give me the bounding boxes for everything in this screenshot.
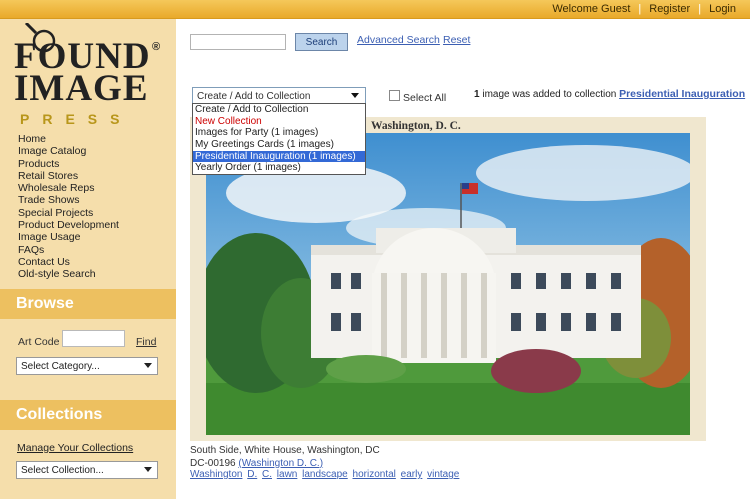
nav-item-image-catalog[interactable]: Image Catalog <box>18 145 119 157</box>
chevron-down-icon <box>144 363 152 368</box>
chevron-down-icon <box>144 467 152 472</box>
tag-link[interactable]: D. <box>247 469 257 480</box>
art-code-input[interactable] <box>62 330 125 347</box>
account-links: Welcome Guest | Register | Login <box>548 3 740 15</box>
nav-item-retail-stores[interactable]: Retail Stores <box>18 170 119 182</box>
find-link[interactable]: Find <box>136 336 156 348</box>
dropdown-option-highlighted[interactable]: Presidential Inauguration (1 images) <box>193 150 365 163</box>
tag-link[interactable]: landscape <box>302 469 348 480</box>
collection-dropdown-list: Create / Add to Collection New Collectio… <box>192 103 366 176</box>
register-link[interactable]: Register <box>645 3 694 15</box>
art-code-label: Art Code <box>18 336 60 348</box>
image-caption: South Side, White House, Washington, DC … <box>190 445 380 470</box>
collection-action-select[interactable]: Create / Add to Collection <box>192 87 366 104</box>
search-input[interactable] <box>190 34 286 50</box>
chevron-down-icon <box>351 93 359 98</box>
image-title: South Side, White House, Washington, DC <box>190 445 380 456</box>
nav-item-faqs[interactable]: FAQs <box>18 244 119 256</box>
collections-heading: Collections <box>0 400 176 430</box>
nav-item-image-usage[interactable]: Image Usage <box>18 231 119 243</box>
sidebar: FOUND ® IMAGE PRESS Home Image Catalog P… <box>0 19 176 499</box>
welcome-text: Welcome Guest <box>552 3 631 15</box>
tag-link[interactable]: early <box>401 469 423 480</box>
nav-item-products[interactable]: Products <box>18 158 119 170</box>
separator: | <box>698 3 702 15</box>
registered-mark: ® <box>152 41 161 53</box>
category-select[interactable]: Select Category... <box>16 357 158 375</box>
tag-link[interactable]: C. <box>262 469 272 480</box>
login-link[interactable]: Login <box>705 3 740 15</box>
nav-item-home[interactable]: Home <box>18 133 119 145</box>
dropdown-option[interactable]: My Greetings Cards (1 images) <box>193 139 365 151</box>
logo[interactable]: FOUND ® IMAGE PRESS <box>14 23 164 141</box>
tag-list: Washington D. C. lawn landscape horizont… <box>190 469 461 480</box>
card-title: Washington, D. C. <box>371 120 461 132</box>
collection-action-value: Create / Add to Collection <box>197 91 311 102</box>
nav-item-special-projects[interactable]: Special Projects <box>18 207 119 219</box>
tag-link[interactable]: vintage <box>427 469 459 480</box>
collection-notice: 1 image was added to collection Presiden… <box>474 88 745 100</box>
nav-item-product-development[interactable]: Product Development <box>18 219 119 231</box>
tag-link[interactable]: horizontal <box>353 469 396 480</box>
category-select-value: Select Category... <box>21 361 100 372</box>
collection-select[interactable]: Select Collection... <box>16 461 158 479</box>
reset-link[interactable]: Reset <box>443 34 470 46</box>
notice-text: image was added to collection <box>479 89 620 100</box>
location-link[interactable]: (Washington D. C.) <box>238 458 323 469</box>
nav-item-trade-shows[interactable]: Trade Shows <box>18 194 119 206</box>
dropdown-option[interactable]: Images for Party (1 images) <box>193 127 365 139</box>
white-house-illustration <box>206 133 690 435</box>
logo-press: PRESS <box>20 111 133 127</box>
select-all-label: Select All <box>403 92 447 104</box>
tag-link[interactable]: lawn <box>277 469 298 480</box>
dropdown-option-new[interactable]: New Collection <box>193 116 365 128</box>
dropdown-option[interactable]: Yearly Order (1 images) <box>193 162 365 174</box>
nav-item-contact-us[interactable]: Contact Us <box>18 256 119 268</box>
browse-heading: Browse <box>0 289 176 319</box>
collection-select-value: Select Collection... <box>21 465 104 476</box>
top-bar: Welcome Guest | Register | Login <box>0 0 750 19</box>
nav-item-wholesale-reps[interactable]: Wholesale Reps <box>18 182 119 194</box>
dropdown-option[interactable]: Create / Add to Collection <box>193 104 365 116</box>
notice-collection-link[interactable]: Presidential Inauguration <box>619 88 745 100</box>
advanced-search-link[interactable]: Advanced Search <box>357 34 440 46</box>
manage-collections-link[interactable]: Manage Your Collections <box>17 442 133 454</box>
nav-item-old-style-search[interactable]: Old-style Search <box>18 268 119 280</box>
postcard-image[interactable] <box>206 133 690 435</box>
select-all-checkbox[interactable] <box>389 90 400 101</box>
separator: | <box>638 3 642 15</box>
logo-image: IMAGE <box>14 68 149 109</box>
main-nav: Home Image Catalog Products Retail Store… <box>18 133 119 281</box>
image-code: DC-00196 <box>190 457 236 469</box>
search-button[interactable]: Search <box>295 33 348 51</box>
tag-link[interactable]: Washington <box>190 469 242 480</box>
